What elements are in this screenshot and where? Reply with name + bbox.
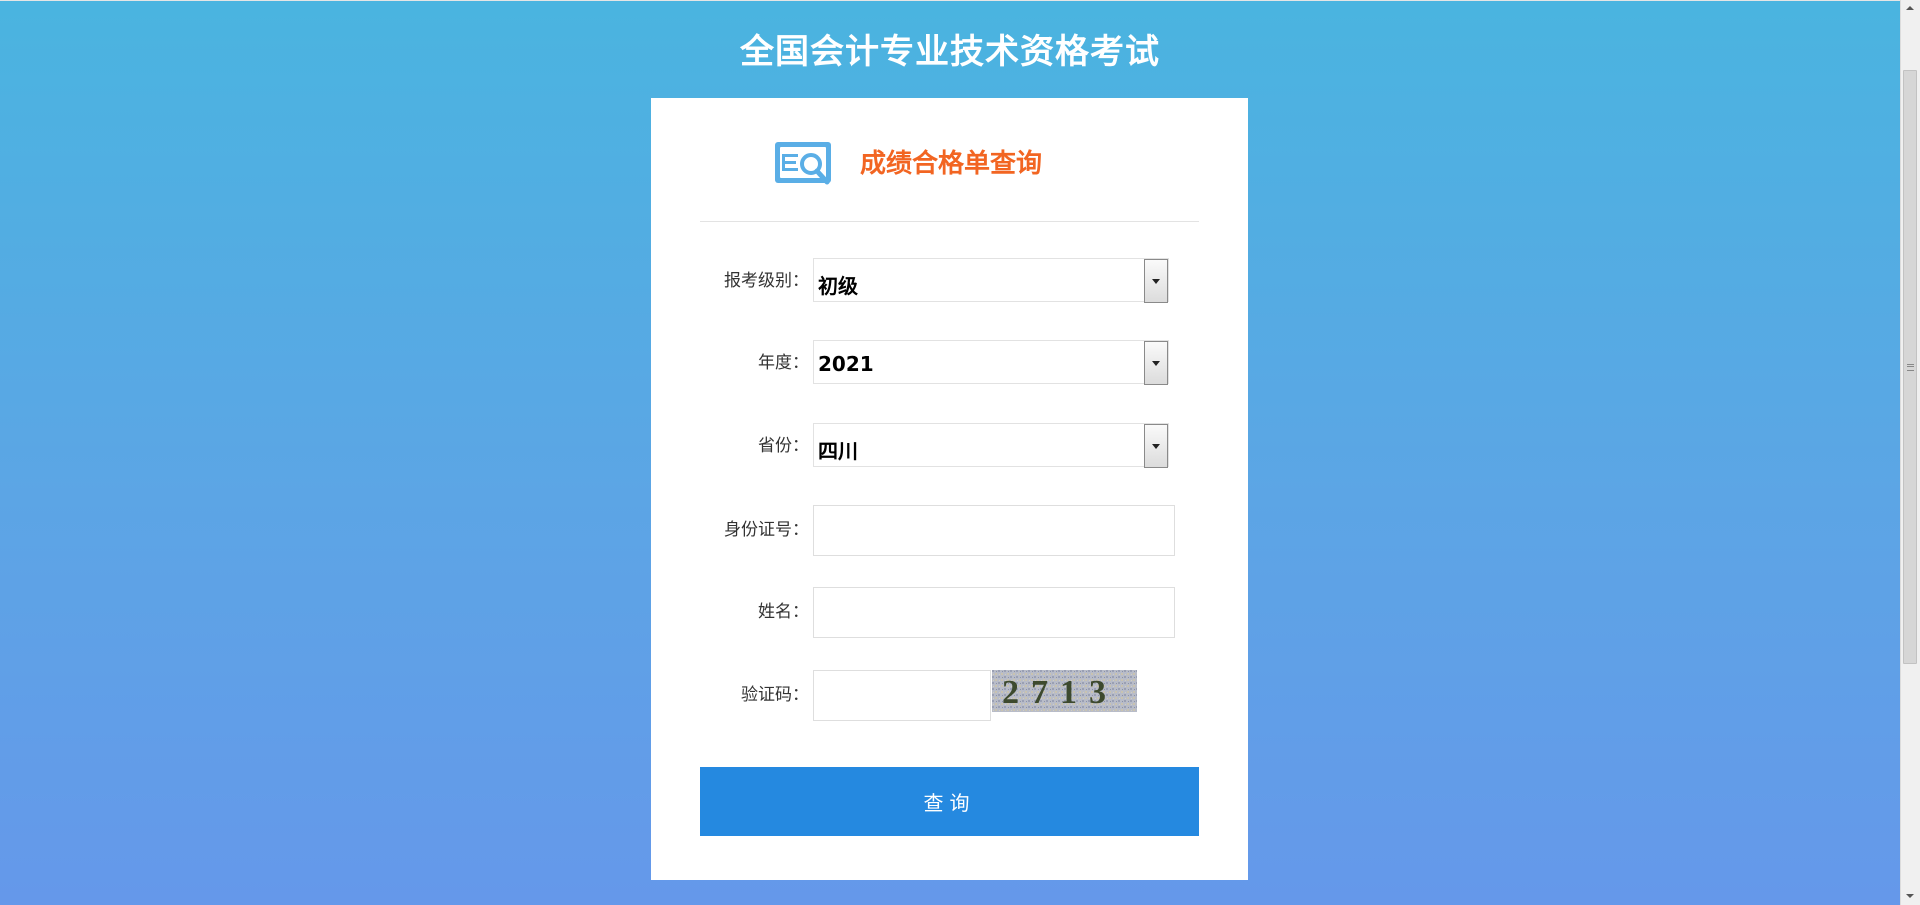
name-label: 姓名： [758,602,809,622]
query-card: 成绩合格单查询 报考级别： 初级 年度： 2021 省份： 四川 身份证号： 姓… [651,98,1248,880]
province-select-value: 四川 [818,439,858,463]
grip-icon [1907,364,1914,371]
scroll-thumb[interactable] [1903,70,1917,664]
name-input[interactable] [813,587,1175,638]
captcha-input[interactable] [813,670,991,721]
year-select[interactable]: 2021 [813,340,1169,385]
province-label: 省份： [758,436,809,456]
year-label: 年度： [758,353,809,373]
card-title: 成绩合格单查询 [860,149,1043,179]
vertical-scrollbar[interactable] [1900,0,1920,905]
level-select[interactable]: 初级 [813,258,1169,303]
query-button[interactable]: 查询 [700,767,1199,836]
scroll-down-icon[interactable] [1901,888,1920,905]
page-background: 全国会计专业技术资格考试 成绩合格单查询 报考级别： 初级 年度： 2021 省… [0,0,1900,905]
search-document-icon [775,142,831,185]
chevron-down-icon[interactable] [1144,424,1168,468]
captcha-image[interactable]: 2713 [992,670,1137,712]
card-header: 成绩合格单查询 [700,98,1199,222]
captcha-label: 验证码： [741,685,809,705]
chevron-down-icon[interactable] [1144,259,1168,303]
year-select-value: 2021 [818,352,874,376]
page-title: 全国会计专业技术资格考试 [740,32,1160,72]
chevron-down-icon[interactable] [1144,341,1168,385]
captcha-text: 2713 [1002,674,1118,711]
level-select-value: 初级 [818,274,858,298]
province-select[interactable]: 四川 [813,423,1169,468]
id-number-input[interactable] [813,505,1175,556]
id-number-label: 身份证号： [724,520,809,540]
level-label: 报考级别： [724,271,809,291]
scroll-up-icon[interactable] [1901,0,1920,17]
